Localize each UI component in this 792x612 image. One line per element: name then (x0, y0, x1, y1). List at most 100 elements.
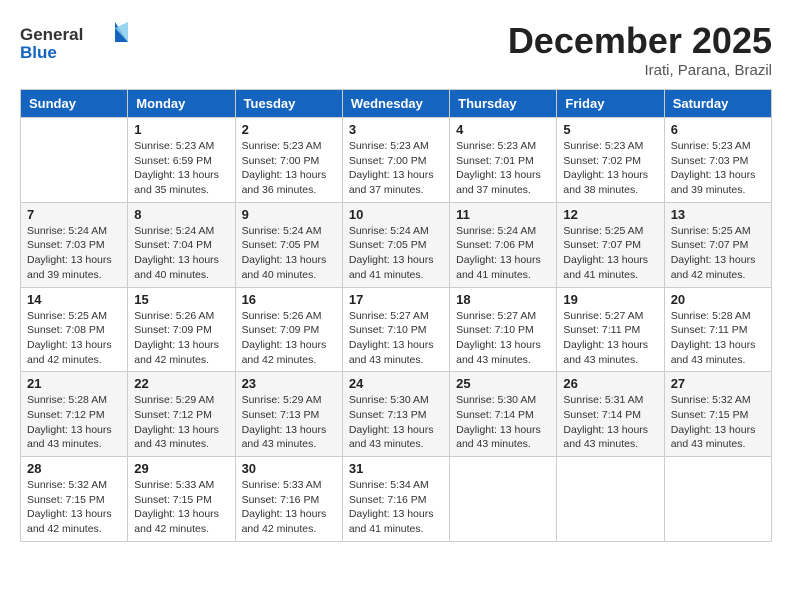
calendar-week-1: 1 Sunrise: 5:23 AM Sunset: 6:59 PM Daylig… (21, 118, 772, 203)
day-number: 19 (563, 292, 657, 307)
day-number: 20 (671, 292, 765, 307)
calendar-cell (21, 118, 128, 203)
calendar-cell: 11 Sunrise: 5:24 AM Sunset: 7:06 PM Dayli… (450, 202, 557, 287)
month-title: December 2025 (508, 20, 772, 62)
day-info: Sunrise: 5:30 AM Sunset: 7:14 PM Dayligh… (456, 393, 550, 452)
day-info: Sunrise: 5:23 AM Sunset: 7:00 PM Dayligh… (242, 139, 336, 198)
calendar-cell: 7 Sunrise: 5:24 AM Sunset: 7:03 PM Daylig… (21, 202, 128, 287)
day-number: 22 (134, 376, 228, 391)
day-number: 5 (563, 122, 657, 137)
day-info: Sunrise: 5:32 AM Sunset: 7:15 PM Dayligh… (27, 478, 121, 537)
day-info: Sunrise: 5:24 AM Sunset: 7:05 PM Dayligh… (349, 224, 443, 283)
calendar-cell: 13 Sunrise: 5:25 AM Sunset: 7:07 PM Dayli… (664, 202, 771, 287)
calendar-cell: 2Sunrise: 5:23 AM Sunset: 7:00 PM Daylig… (235, 118, 342, 203)
day-info: Sunrise: 5:31 AM Sunset: 7:14 PM Dayligh… (563, 393, 657, 452)
calendar-body: 1 Sunrise: 5:23 AM Sunset: 6:59 PM Daylig… (21, 118, 772, 542)
day-info: Sunrise: 5:28 AM Sunset: 7:11 PM Dayligh… (671, 309, 765, 368)
day-info: Sunrise: 5:27 AM Sunset: 7:11 PM Dayligh… (563, 309, 657, 368)
col-header-monday: Monday (128, 90, 235, 118)
calendar-cell: 22 Sunrise: 5:29 AM Sunset: 7:12 PM Dayli… (128, 372, 235, 457)
col-header-thursday: Thursday (450, 90, 557, 118)
calendar-cell: 15 Sunrise: 5:26 AM Sunset: 7:09 PM Dayli… (128, 287, 235, 372)
calendar-cell: 19 Sunrise: 5:27 AM Sunset: 7:11 PM Dayli… (557, 287, 664, 372)
day-number: 9 (242, 207, 336, 222)
col-header-tuesday: Tuesday (235, 90, 342, 118)
calendar-cell: 31Sunrise: 5:34 AM Sunset: 7:16 PM Dayli… (342, 457, 449, 542)
day-number: 24 (349, 376, 443, 391)
day-number: 15 (134, 292, 228, 307)
day-info: Sunrise: 5:23 AM Sunset: 7:00 PM Dayligh… (349, 139, 443, 198)
calendar-cell: 25 Sunrise: 5:30 AM Sunset: 7:14 PM Dayli… (450, 372, 557, 457)
day-info: Sunrise: 5:24 AM Sunset: 7:06 PM Dayligh… (456, 224, 550, 283)
day-info: Sunrise: 5:25 AM Sunset: 7:07 PM Dayligh… (671, 224, 765, 283)
calendar-cell (450, 457, 557, 542)
day-info: Sunrise: 5:26 AM Sunset: 7:09 PM Dayligh… (242, 309, 336, 368)
calendar-cell (557, 457, 664, 542)
calendar-cell: 21Sunrise: 5:28 AM Sunset: 7:12 PM Dayli… (21, 372, 128, 457)
day-number: 18 (456, 292, 550, 307)
calendar-cell: 10Sunrise: 5:24 AM Sunset: 7:05 PM Dayli… (342, 202, 449, 287)
calendar-cell: 16 Sunrise: 5:26 AM Sunset: 7:09 PM Dayli… (235, 287, 342, 372)
day-info: Sunrise: 5:23 AM Sunset: 6:59 PM Dayligh… (134, 139, 228, 198)
calendar-cell: 4 Sunrise: 5:23 AM Sunset: 7:01 PM Daylig… (450, 118, 557, 203)
col-header-friday: Friday (557, 90, 664, 118)
logo: General Blue (20, 20, 130, 64)
day-info: Sunrise: 5:25 AM Sunset: 7:07 PM Dayligh… (563, 224, 657, 283)
day-info: Sunrise: 5:30 AM Sunset: 7:13 PM Dayligh… (349, 393, 443, 452)
day-info: Sunrise: 5:32 AM Sunset: 7:15 PM Dayligh… (671, 393, 765, 452)
svg-text:Blue: Blue (20, 43, 57, 62)
day-info: Sunrise: 5:26 AM Sunset: 7:09 PM Dayligh… (134, 309, 228, 368)
day-info: Sunrise: 5:23 AM Sunset: 7:03 PM Dayligh… (671, 139, 765, 198)
calendar-cell: 9Sunrise: 5:24 AM Sunset: 7:05 PM Daylig… (235, 202, 342, 287)
calendar-week-5: 28 Sunrise: 5:32 AM Sunset: 7:15 PM Dayli… (21, 457, 772, 542)
day-number: 11 (456, 207, 550, 222)
day-info: Sunrise: 5:29 AM Sunset: 7:12 PM Dayligh… (134, 393, 228, 452)
day-info: Sunrise: 5:24 AM Sunset: 7:04 PM Dayligh… (134, 224, 228, 283)
day-info: Sunrise: 5:33 AM Sunset: 7:16 PM Dayligh… (242, 478, 336, 537)
day-number: 13 (671, 207, 765, 222)
day-number: 28 (27, 461, 121, 476)
calendar-week-3: 14 Sunrise: 5:25 AM Sunset: 7:08 PM Dayli… (21, 287, 772, 372)
day-number: 6 (671, 122, 765, 137)
location: Irati, Parana, Brazil (508, 62, 772, 79)
col-header-sunday: Sunday (21, 90, 128, 118)
day-number: 4 (456, 122, 550, 137)
calendar-cell: 26Sunrise: 5:31 AM Sunset: 7:14 PM Dayli… (557, 372, 664, 457)
day-number: 31 (349, 461, 443, 476)
day-info: Sunrise: 5:25 AM Sunset: 7:08 PM Dayligh… (27, 309, 121, 368)
logo-svg: General Blue (20, 20, 130, 64)
page-header: General Blue December 2025 Irati, Parana… (20, 20, 772, 79)
calendar-cell: 6 Sunrise: 5:23 AM Sunset: 7:03 PM Daylig… (664, 118, 771, 203)
day-info: Sunrise: 5:23 AM Sunset: 7:01 PM Dayligh… (456, 139, 550, 198)
calendar-cell: 1 Sunrise: 5:23 AM Sunset: 6:59 PM Daylig… (128, 118, 235, 203)
calendar-cell: 12Sunrise: 5:25 AM Sunset: 7:07 PM Dayli… (557, 202, 664, 287)
day-number: 27 (671, 376, 765, 391)
day-info: Sunrise: 5:29 AM Sunset: 7:13 PM Dayligh… (242, 393, 336, 452)
day-number: 3 (349, 122, 443, 137)
calendar-cell: 23Sunrise: 5:29 AM Sunset: 7:13 PM Dayli… (235, 372, 342, 457)
calendar-header-row: SundayMondayTuesdayWednesdayThursdayFrid… (21, 90, 772, 118)
day-number: 8 (134, 207, 228, 222)
calendar-cell: 30Sunrise: 5:33 AM Sunset: 7:16 PM Dayli… (235, 457, 342, 542)
calendar-cell: 5 Sunrise: 5:23 AM Sunset: 7:02 PM Daylig… (557, 118, 664, 203)
day-info: Sunrise: 5:23 AM Sunset: 7:02 PM Dayligh… (563, 139, 657, 198)
calendar-table: SundayMondayTuesdayWednesdayThursdayFrid… (20, 89, 772, 542)
calendar-cell: 24 Sunrise: 5:30 AM Sunset: 7:13 PM Dayli… (342, 372, 449, 457)
day-number: 1 (134, 122, 228, 137)
day-info: Sunrise: 5:24 AM Sunset: 7:03 PM Dayligh… (27, 224, 121, 283)
day-number: 16 (242, 292, 336, 307)
calendar-cell: 27 Sunrise: 5:32 AM Sunset: 7:15 PM Dayli… (664, 372, 771, 457)
day-number: 17 (349, 292, 443, 307)
day-info: Sunrise: 5:33 AM Sunset: 7:15 PM Dayligh… (134, 478, 228, 537)
svg-text:General: General (20, 25, 83, 44)
day-number: 25 (456, 376, 550, 391)
calendar-cell: 29Sunrise: 5:33 AM Sunset: 7:15 PM Dayli… (128, 457, 235, 542)
day-number: 7 (27, 207, 121, 222)
day-info: Sunrise: 5:28 AM Sunset: 7:12 PM Dayligh… (27, 393, 121, 452)
day-number: 14 (27, 292, 121, 307)
col-header-wednesday: Wednesday (342, 90, 449, 118)
calendar-cell: 8 Sunrise: 5:24 AM Sunset: 7:04 PM Daylig… (128, 202, 235, 287)
calendar-cell: 28 Sunrise: 5:32 AM Sunset: 7:15 PM Dayli… (21, 457, 128, 542)
calendar-week-2: 7 Sunrise: 5:24 AM Sunset: 7:03 PM Daylig… (21, 202, 772, 287)
title-area: December 2025 Irati, Parana, Brazil (508, 20, 772, 79)
